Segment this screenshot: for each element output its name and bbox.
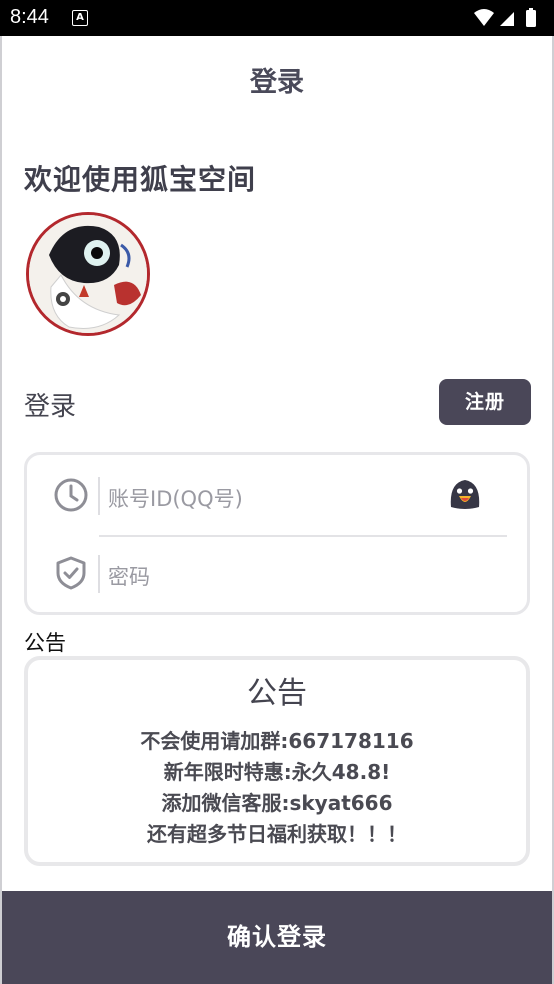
- notice-card: 公告 不会使用请加群:667178116 新年限时特惠:永久48.8! 添加微信…: [24, 656, 530, 866]
- notice-title: 公告: [247, 676, 307, 711]
- notice-line: 不会使用请加群:667178116: [140, 729, 414, 753]
- password-input[interactable]: 密码: [108, 561, 150, 591]
- signal-icon: [500, 12, 514, 26]
- welcome-text: 欢迎使用狐宝空间: [24, 163, 257, 196]
- notice-line: 添加微信客服:skyat666: [161, 791, 393, 815]
- register-button[interactable]: 注册: [439, 379, 531, 425]
- avatar-illustration: [29, 215, 147, 333]
- clock-icon: [54, 478, 88, 512]
- field-separator: [99, 535, 507, 537]
- notice-line: 新年限时特惠:永久48.8!: [163, 760, 391, 784]
- notification-icon: A: [72, 10, 88, 26]
- field-divider: [98, 555, 100, 593]
- status-time: 8:44: [10, 6, 49, 28]
- page-title: 登录: [250, 67, 304, 98]
- qq-penguin-icon[interactable]: [447, 477, 483, 513]
- status-icons: [474, 8, 536, 27]
- frame-edge-left: [0, 36, 2, 984]
- notice-heading: 公告: [24, 631, 66, 655]
- notice-line: 还有超多节日福利获取！！！: [147, 822, 407, 846]
- field-divider: [98, 477, 100, 515]
- confirm-login-button[interactable]: 确认登录: [2, 891, 552, 984]
- account-input[interactable]: 账号ID(QQ号): [108, 483, 243, 513]
- shield-check-icon: [56, 556, 86, 590]
- avatar: [26, 212, 150, 336]
- login-form-card: 账号ID(QQ号) 密码: [24, 452, 530, 615]
- login-section-label: 登录: [24, 392, 77, 422]
- wifi-icon: [474, 9, 494, 26]
- battery-icon: [526, 10, 536, 27]
- status-bar: 8:44 A: [0, 0, 554, 36]
